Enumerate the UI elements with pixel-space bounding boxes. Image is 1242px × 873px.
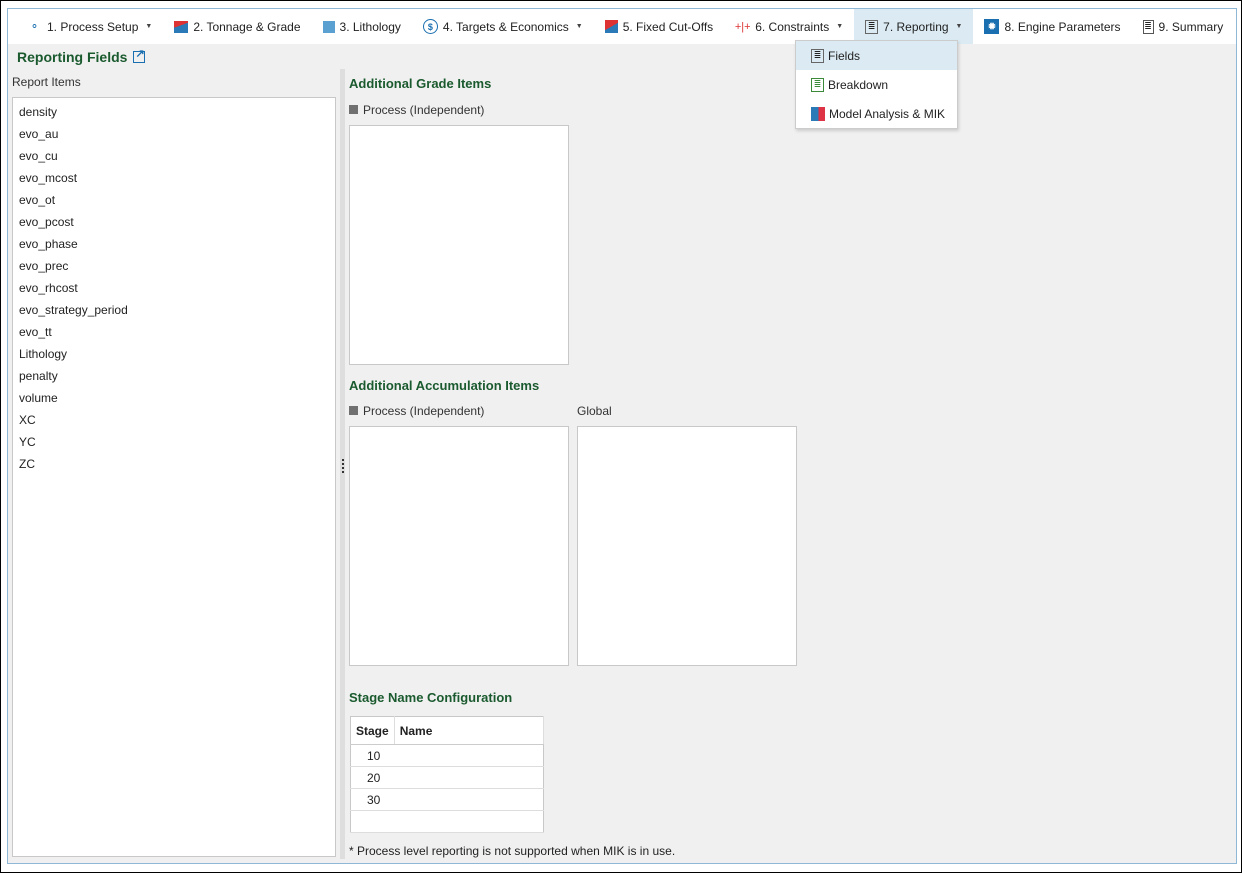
list-item[interactable]: evo_phase [13, 233, 335, 255]
list-item[interactable]: evo_prec [13, 255, 335, 277]
chevron-down-icon: ▼ [836, 23, 844, 30]
tab-reporting[interactable]: ≣ 7. Reporting ▼ [854, 9, 974, 44]
stage-cell: 10 [350, 744, 395, 767]
gear-icon: ✹ [984, 19, 1000, 34]
reporting-icon: ≣ [865, 19, 879, 34]
tab-label: 6. Constraints [755, 19, 830, 34]
list-item[interactable]: evo_au [13, 123, 335, 145]
list-item[interactable]: evo_rhcost [13, 277, 335, 299]
accum-process-list[interactable] [349, 426, 569, 666]
tab-engine-parameters[interactable]: ✹ 8. Engine Parameters [973, 9, 1131, 44]
table-row[interactable]: 20 [350, 766, 544, 789]
table-header: Stage Name [350, 716, 545, 745]
tab-label: 7. Reporting [883, 19, 949, 34]
list-item[interactable]: penalty [13, 365, 335, 387]
tab-label: 4. Targets & Economics [442, 19, 569, 34]
list-item[interactable]: YC [13, 431, 335, 453]
list-item[interactable]: evo_strategy_period [13, 299, 335, 321]
summary-icon: ≣ [1142, 19, 1154, 34]
square-icon [349, 406, 358, 415]
tab-label: 1. Process Setup [47, 19, 139, 34]
square-icon [349, 105, 358, 114]
list-item[interactable]: evo_pcost [13, 211, 335, 233]
list-item[interactable]: ZC [13, 453, 335, 475]
grade-heading: Additional Grade Items [349, 76, 492, 91]
splitter-grip-icon[interactable] [342, 459, 344, 473]
tab-label: 3. Lithology [339, 19, 401, 34]
menu-item-breakdown[interactable]: ≣ Breakdown [796, 70, 957, 99]
chevron-down-icon: ▼ [575, 23, 583, 30]
accum-global-label: Global [577, 404, 612, 418]
stage-cell: 20 [350, 766, 395, 789]
menu-item-label: Fields [828, 48, 861, 63]
grade-process-list[interactable] [349, 125, 569, 365]
tab-label: 8. Engine Parameters [1004, 19, 1121, 34]
tab-tonnage-grade[interactable]: 2. Tonnage & Grade [163, 9, 311, 44]
process-setup-icon: ⚬ [29, 21, 40, 33]
list-item[interactable]: evo_mcost [13, 167, 335, 189]
reporting-dropdown-menu: ≣ Fields ≣ Breakdown Model Analysis & MIK [795, 40, 958, 129]
accumulation-heading: Additional Accumulation Items [349, 378, 540, 393]
stage-heading: Stage Name Configuration [349, 690, 513, 705]
dollar-icon: $ [422, 19, 438, 34]
chevron-down-icon: ▼ [145, 23, 153, 30]
menu-item-fields[interactable]: ≣ Fields [796, 41, 957, 70]
tab-label: 5. Fixed Cut-Offs [622, 19, 714, 34]
column-header-name[interactable]: Name [394, 716, 545, 745]
fields-icon: ≣ [811, 48, 824, 63]
label-text: Process (Independent) [363, 103, 485, 117]
toolbar: ⚬ 1. Process Setup ▼ 2. Tonnage & Grade 3.… [8, 9, 1236, 44]
name-cell[interactable] [394, 766, 544, 789]
list-item[interactable]: XC [13, 409, 335, 431]
page-title-text: Reporting Fields [17, 49, 128, 65]
accum-global-list[interactable] [577, 426, 797, 666]
chart-area-icon [174, 20, 189, 33]
list-item[interactable]: density [13, 101, 335, 123]
tab-fixed-cutoffs[interactable]: 5. Fixed Cut-Offs [594, 9, 724, 44]
list-item[interactable]: volume [13, 387, 335, 409]
external-link-icon[interactable] [133, 47, 146, 63]
accum-process-label: Process (Independent) [349, 404, 484, 418]
tab-lithology[interactable]: 3. Lithology [312, 9, 412, 44]
model-analysis-icon [811, 106, 825, 121]
name-cell[interactable] [394, 744, 544, 767]
menu-item-label: Model Analysis & MIK [829, 106, 946, 121]
empty-cell [350, 810, 395, 833]
main-frame: ⚬ 1. Process Setup ▼ 2. Tonnage & Grade 3.… [7, 8, 1237, 864]
list-item[interactable]: evo_tt [13, 321, 335, 343]
constraints-icon: +|+ [734, 20, 751, 33]
breakdown-icon: ≣ [811, 77, 824, 92]
empty-cell [394, 810, 544, 833]
tab-label: 2. Tonnage & Grade [193, 19, 301, 34]
report-items-list[interactable]: density evo_au evo_cu evo_mcost evo_ot e… [12, 97, 336, 857]
report-items-label: Report Items [12, 75, 81, 89]
menu-item-label: Breakdown [828, 77, 889, 92]
tab-constraints[interactable]: +|+ 6. Constraints ▼ [724, 9, 854, 44]
tab-label: 9. Summary [1158, 19, 1224, 34]
stage-cell: 30 [350, 788, 395, 811]
lithology-icon [322, 20, 335, 33]
table-row[interactable]: 30 [350, 788, 544, 811]
column-header-stage[interactable]: Stage [350, 716, 395, 745]
tab-summary[interactable]: ≣ 9. Summary [1132, 9, 1235, 44]
mik-note: * Process level reporting is not support… [349, 844, 676, 858]
cutoff-icon [604, 20, 618, 33]
list-item[interactable]: evo_ot [13, 189, 335, 211]
tab-process-setup[interactable]: ⚬ 1. Process Setup ▼ [16, 9, 163, 44]
list-item[interactable]: evo_cu [13, 145, 335, 167]
menu-item-model-analysis[interactable]: Model Analysis & MIK [796, 99, 957, 128]
grade-process-label: Process (Independent) [349, 103, 484, 117]
page-title: Reporting Fields [17, 47, 146, 65]
label-text: Process (Independent) [363, 404, 485, 418]
table-row-empty [350, 810, 544, 833]
chevron-down-icon: ▼ [955, 23, 963, 30]
list-item[interactable]: Lithology [13, 343, 335, 365]
tab-targets-economics[interactable]: $4. Targets & Economics ▼ [412, 9, 594, 44]
name-cell[interactable] [394, 788, 544, 811]
table-row[interactable]: 10 [350, 744, 544, 767]
stage-table[interactable]: Stage Name 10 20 30 [350, 716, 545, 833]
